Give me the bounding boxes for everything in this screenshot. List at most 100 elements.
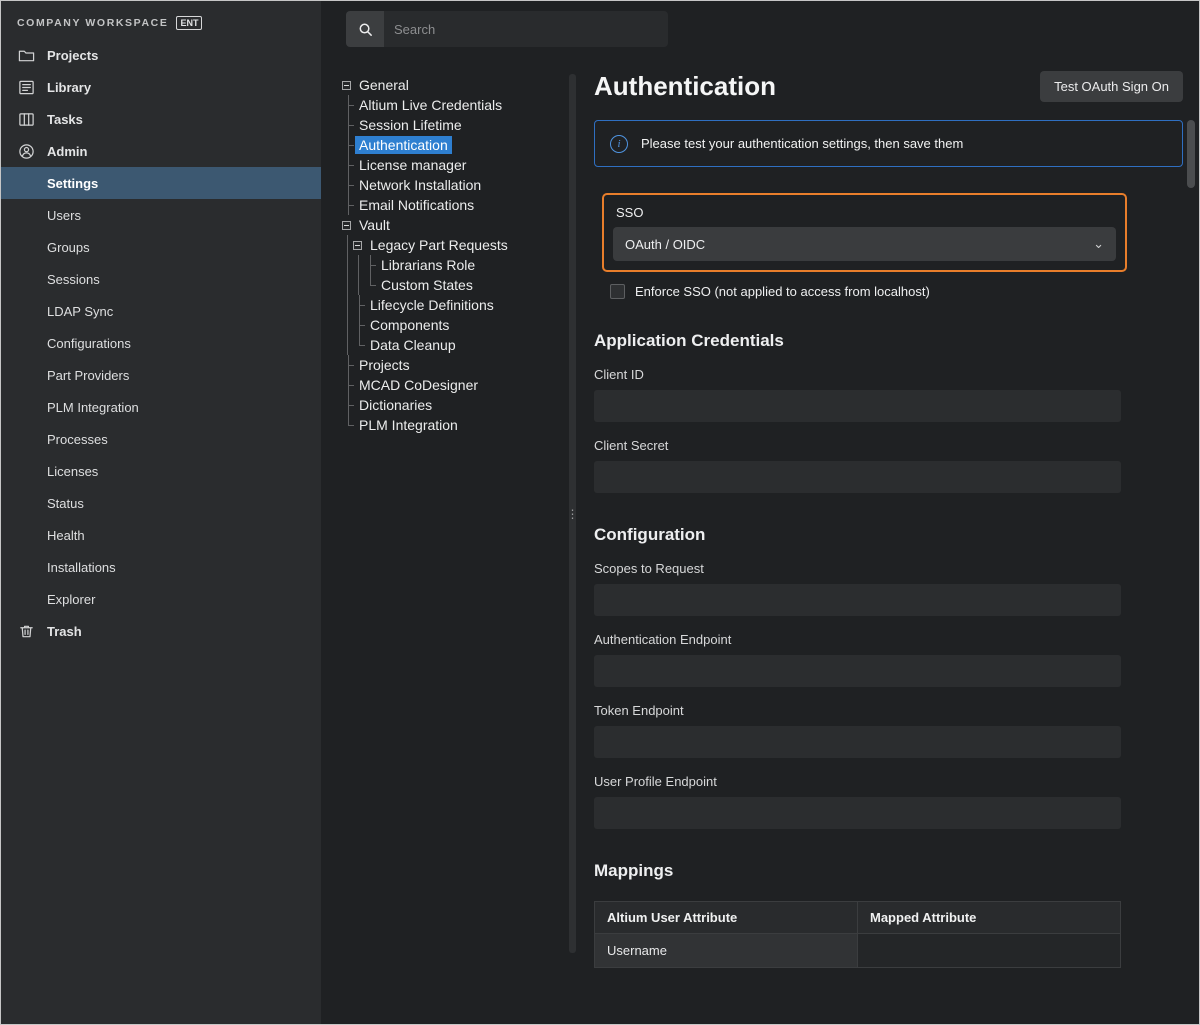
search-icon xyxy=(356,20,374,38)
sidebar: COMPANY WORKSPACE ENT Projects LibraryTas… xyxy=(1,1,321,1024)
sidebar-item-label: Admin xyxy=(47,144,87,159)
tree-connector xyxy=(342,135,355,155)
tree-connector xyxy=(342,395,355,415)
tree-connector xyxy=(353,335,366,355)
tree-guide-line xyxy=(342,335,353,355)
table-cell-attribute: Username xyxy=(595,934,858,968)
tree-item-projects[interactable]: Projects xyxy=(340,355,565,375)
admin-user-icon xyxy=(17,142,35,160)
tree-collapse-icon[interactable] xyxy=(353,241,362,250)
tree-collapse-icon[interactable] xyxy=(342,81,351,90)
sso-select[interactable]: OAuth / OIDC ⌄ xyxy=(613,227,1116,261)
sidebar-item-label: Projects xyxy=(47,48,98,63)
sidebar-item-configurations[interactable]: Configurations xyxy=(1,327,321,359)
tree-connector xyxy=(342,375,355,395)
sidebar-item-tasks[interactable]: Tasks xyxy=(1,103,321,135)
sidebar-item-label: Trash xyxy=(47,624,82,639)
enforce-sso-checkbox[interactable] xyxy=(610,284,625,299)
sso-select-value: OAuth / OIDC xyxy=(625,237,705,252)
tree-item-lifecycle-definitions[interactable]: Lifecycle Definitions xyxy=(340,295,565,315)
tree-item-label: Legacy Part Requests xyxy=(366,236,512,254)
tree-item-altium-live-credentials[interactable]: Altium Live Credentials xyxy=(340,95,565,115)
tree-item-general[interactable]: General xyxy=(340,75,565,95)
input-client-id[interactable] xyxy=(594,390,1121,422)
sidebar-item-plm-integration[interactable]: PLM Integration xyxy=(1,391,321,423)
tree-item-data-cleanup[interactable]: Data Cleanup xyxy=(340,335,565,355)
input-user-profile-endpoint[interactable] xyxy=(594,797,1121,829)
tree-item-email-notifications[interactable]: Email Notifications xyxy=(340,195,565,215)
workspace-header: COMPANY WORKSPACE ENT xyxy=(1,1,321,39)
column-header-mapped-attribute: Mapped Attribute xyxy=(858,902,1121,934)
tree-item-authentication[interactable]: Authentication xyxy=(340,135,565,155)
tree-item-components[interactable]: Components xyxy=(340,315,565,335)
sidebar-item-ldap-sync[interactable]: LDAP Sync xyxy=(1,295,321,327)
trash-icon xyxy=(17,622,35,640)
tree-item-legacy-part-requests[interactable]: Legacy Part Requests xyxy=(340,235,565,255)
tree-item-label: Data Cleanup xyxy=(366,336,460,354)
scrollbar-thumb[interactable] xyxy=(1187,120,1195,188)
sidebar-item-status[interactable]: Status xyxy=(1,487,321,519)
tree-connector xyxy=(364,255,377,275)
tree-item-librarians-role[interactable]: Librarians Role xyxy=(340,255,565,275)
search-button[interactable] xyxy=(346,11,384,47)
enforce-sso-label: Enforce SSO (not applied to access from … xyxy=(635,284,930,299)
tree-item-label: Authentication xyxy=(355,136,452,154)
tree-item-network-installation[interactable]: Network Installation xyxy=(340,175,565,195)
tree-item-label: Librarians Role xyxy=(377,256,479,274)
tree-item-label: License manager xyxy=(355,156,470,174)
sidebar-item-installations[interactable]: Installations xyxy=(1,551,321,583)
tree-item-mcad-codesigner[interactable]: MCAD CoDesigner xyxy=(340,375,565,395)
sidebar-admin-items: SettingsUsersGroupsSessionsLDAP SyncConf… xyxy=(1,167,321,615)
tree-guide-line xyxy=(342,295,353,315)
table-row[interactable]: Username xyxy=(595,934,1121,968)
sidebar-item-processes[interactable]: Processes xyxy=(1,423,321,455)
tree-item-vault[interactable]: Vault xyxy=(340,215,565,235)
input-client-secret[interactable] xyxy=(594,461,1121,493)
input-token-endpoint[interactable] xyxy=(594,726,1121,758)
field-label-client-secret: Client Secret xyxy=(594,438,1183,453)
tree-item-label: MCAD CoDesigner xyxy=(355,376,482,394)
tree-item-custom-states[interactable]: Custom States xyxy=(340,275,565,295)
tree-connector xyxy=(342,175,355,195)
info-icon: i xyxy=(610,135,628,153)
sidebar-item-groups[interactable]: Groups xyxy=(1,231,321,263)
content-panel: Authentication Test OAuth Sign On i Plea… xyxy=(594,1,1183,968)
sidebar-item-users[interactable]: Users xyxy=(1,199,321,231)
chevron-down-icon: ⌄ xyxy=(1093,236,1104,252)
tree-guide-line xyxy=(342,255,353,275)
field-label-scopes-to-request: Scopes to Request xyxy=(594,561,1183,576)
field-label-user-profile-endpoint: User Profile Endpoint xyxy=(594,774,1183,789)
app-credentials-fields: Client ID Client Secret xyxy=(594,367,1183,493)
sidebar-item-admin[interactable]: Admin xyxy=(1,135,321,167)
sidebar-item-projects[interactable]: Projects xyxy=(1,39,321,71)
sidebar-item-sessions[interactable]: Sessions xyxy=(1,263,321,295)
sso-group: SSO OAuth / OIDC ⌄ xyxy=(602,193,1127,272)
tree-collapse-icon[interactable] xyxy=(342,221,351,230)
vertical-scrollbar[interactable] xyxy=(1185,74,1197,1021)
mappings-table: Altium User AttributeMapped Attribute Us… xyxy=(594,901,1121,968)
input-authentication-endpoint[interactable] xyxy=(594,655,1121,687)
sidebar-item-health[interactable]: Health xyxy=(1,519,321,551)
sidebar-item-library[interactable]: Library xyxy=(1,71,321,103)
tree-item-label: Session Lifetime xyxy=(355,116,466,134)
test-oauth-button[interactable]: Test OAuth Sign On xyxy=(1040,71,1183,102)
sidebar-item-explorer[interactable]: Explorer xyxy=(1,583,321,615)
sidebar-item-licenses[interactable]: Licenses xyxy=(1,455,321,487)
field-label-client-id: Client ID xyxy=(594,367,1183,382)
tree-item-plm-integration[interactable]: PLM Integration xyxy=(340,415,565,435)
sidebar-item-trash[interactable]: Trash xyxy=(1,615,321,647)
tasks-icon xyxy=(17,110,35,128)
tree-connector xyxy=(342,115,355,135)
tree-item-dictionaries[interactable]: Dictionaries xyxy=(340,395,565,415)
panel-splitter[interactable]: ⋮ xyxy=(569,74,576,953)
input-scopes-to-request[interactable] xyxy=(594,584,1121,616)
sidebar-item-settings[interactable]: Settings xyxy=(1,167,321,199)
tree-connector xyxy=(342,95,355,115)
tree-connector xyxy=(342,155,355,175)
tree-item-license-manager[interactable]: License manager xyxy=(340,155,565,175)
sso-label: SSO xyxy=(616,205,1116,220)
tree-item-session-lifetime[interactable]: Session Lifetime xyxy=(340,115,565,135)
sidebar-item-part-providers[interactable]: Part Providers xyxy=(1,359,321,391)
tree-guide-line xyxy=(342,275,353,295)
tree-connector xyxy=(353,315,366,335)
